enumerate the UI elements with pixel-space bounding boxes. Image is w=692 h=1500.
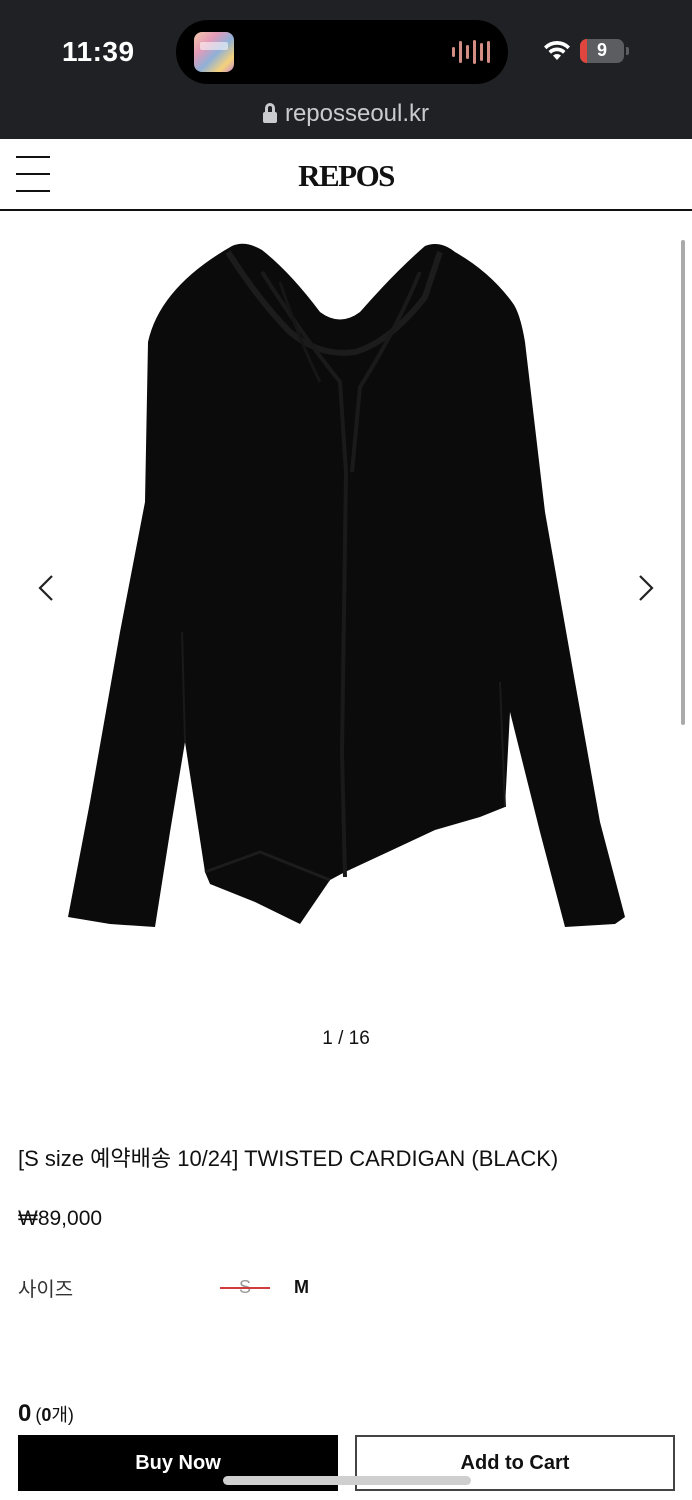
home-indicator[interactable] <box>223 1476 471 1485</box>
browser-chrome: 11:39 9 reposseoul.kr <box>0 0 692 139</box>
site-logo[interactable]: REPOS <box>0 158 692 194</box>
size-option-s[interactable]: S <box>220 1277 270 1298</box>
product-gallery[interactable] <box>0 212 692 992</box>
battery-level: 9 <box>596 40 607 60</box>
gallery-counter: 1 / 16 <box>322 1028 370 1049</box>
cardigan-image <box>68 243 625 927</box>
total-count: (0개) <box>35 1405 74 1425</box>
chevron-right-icon[interactable] <box>626 568 666 608</box>
total-price: 0 (0개) <box>18 1400 74 1428</box>
hamburger-menu-icon[interactable] <box>16 156 50 192</box>
chevron-left-icon[interactable] <box>26 568 66 608</box>
battery-cap <box>626 47 629 55</box>
dynamic-island[interactable] <box>176 20 508 84</box>
lock-icon <box>262 103 277 123</box>
album-art-icon <box>194 32 234 72</box>
total-amount: 0 <box>18 1400 32 1427</box>
status-time: 11:39 <box>62 36 135 67</box>
size-option-m[interactable]: M <box>294 1277 309 1298</box>
page-scrollbar[interactable] <box>681 240 685 725</box>
wifi-icon <box>544 40 570 60</box>
audio-waveform-icon <box>452 40 490 64</box>
product-price: ₩89,000 <box>18 1207 103 1230</box>
product-title: [S size 예약배송 10/24] TWISTED CARDIGAN (BL… <box>18 1146 559 1171</box>
site-header: REPOS <box>0 139 692 211</box>
battery-icon: 9 <box>580 39 624 63</box>
address-bar[interactable]: reposseoul.kr <box>0 100 692 128</box>
url-text: reposseoul.kr <box>284 100 430 127</box>
size-label: 사이즈 <box>18 1279 74 1301</box>
